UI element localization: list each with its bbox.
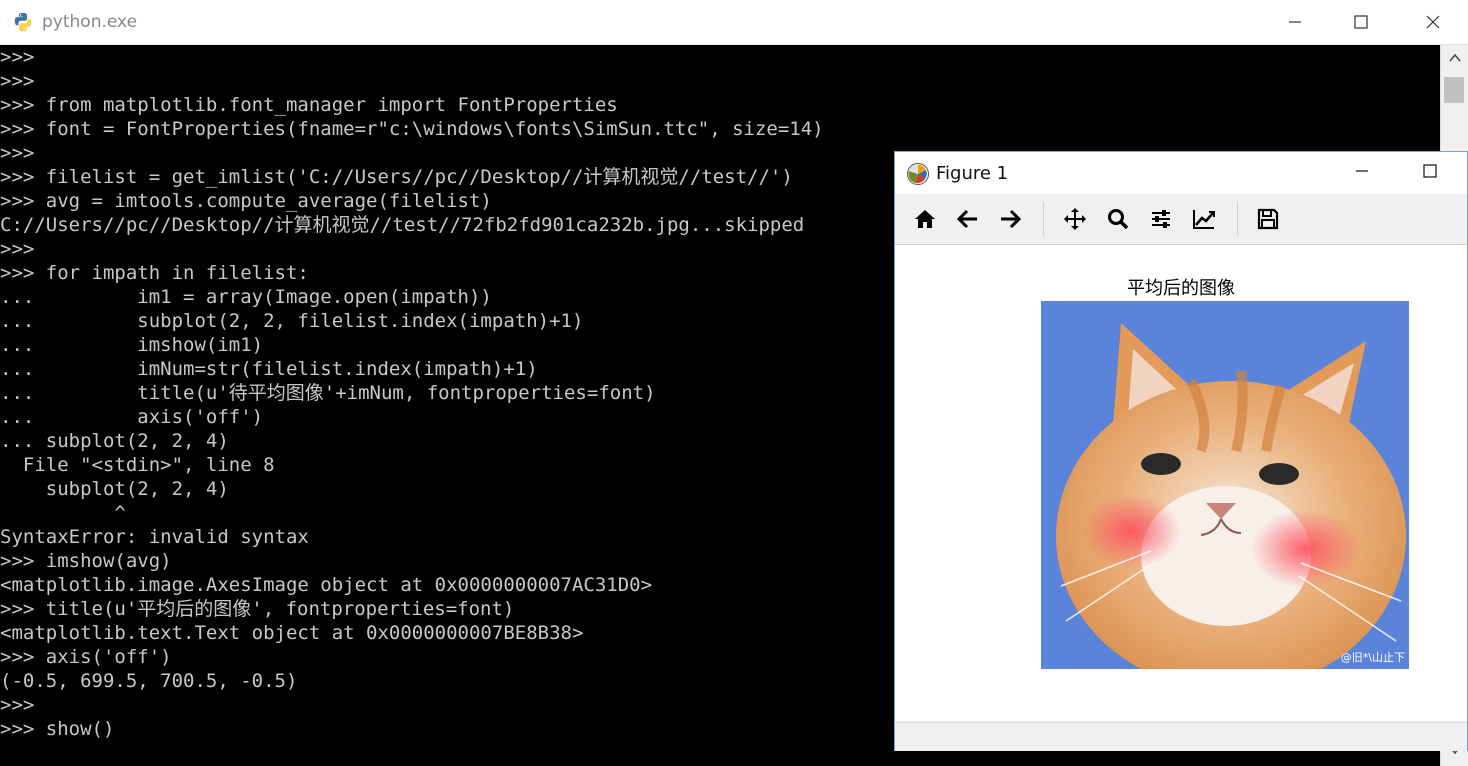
averaged-cat-image: @旧*\山止下 <box>1041 301 1409 669</box>
save-button[interactable] <box>1253 204 1283 234</box>
zoom-button[interactable] <box>1103 204 1133 234</box>
edit-axis-icon <box>1193 210 1215 229</box>
close-icon <box>1426 15 1440 29</box>
minimize-button[interactable] <box>1272 0 1318 45</box>
figure-window: Figure 1 平均后的图像 @旧*\山止下 <box>894 151 1468 751</box>
forward-icon <box>1001 209 1022 229</box>
watermark-text: @旧*\山止下 <box>1340 651 1405 664</box>
back-icon <box>956 209 977 229</box>
figure-toolbar <box>895 194 1467 245</box>
plot-title: 平均后的图像 <box>1127 278 1235 299</box>
zoom-icon <box>1108 209 1129 230</box>
figure-titlebar: Figure 1 <box>895 152 1467 194</box>
maximize-icon <box>1423 164 1437 178</box>
console-line: >>> font = FontProperties(fname=r"c:\win… <box>0 118 824 140</box>
edit-axis-button[interactable] <box>1189 204 1219 234</box>
minimize-icon <box>1356 170 1368 172</box>
home-button[interactable] <box>910 204 940 234</box>
figure-title: Figure 1 <box>936 163 1009 184</box>
close-button[interactable] <box>1410 0 1456 45</box>
python-icon <box>14 12 32 32</box>
figure-canvas[interactable]: 平均后的图像 @旧*\山止下 <box>895 245 1467 721</box>
matplotlib-icon <box>907 163 929 185</box>
save-icon <box>1257 208 1279 230</box>
scroll-up-icon[interactable] <box>1447 51 1463 67</box>
minimize-icon <box>1289 21 1301 23</box>
cat-illustration <box>1041 301 1409 669</box>
maximize-icon <box>1354 15 1368 29</box>
pan-button[interactable] <box>1060 204 1090 234</box>
console-line: >>> <box>0 70 35 92</box>
forward-button[interactable] <box>995 204 1025 234</box>
pan-icon <box>1064 208 1086 230</box>
figure-statusbar <box>895 722 1467 751</box>
window-title: python.exe <box>42 12 138 32</box>
maximize-button[interactable] <box>1338 0 1384 45</box>
console-titlebar: python.exe <box>0 0 1468 45</box>
home-icon <box>915 210 935 228</box>
toolbar-separator <box>1043 202 1044 236</box>
configure-subplots-icon <box>1152 210 1170 228</box>
console-line: >>> <box>0 46 35 68</box>
back-button[interactable] <box>953 204 983 234</box>
figure-minimize-button[interactable] <box>1339 152 1385 194</box>
figure-maximize-button[interactable] <box>1407 152 1453 194</box>
scrollbar-thumb[interactable] <box>1444 77 1464 103</box>
configure-subplots-button[interactable] <box>1146 204 1176 234</box>
console-line: >>> from matplotlib.font_manager import … <box>0 94 618 116</box>
toolbar-separator <box>1237 202 1238 236</box>
